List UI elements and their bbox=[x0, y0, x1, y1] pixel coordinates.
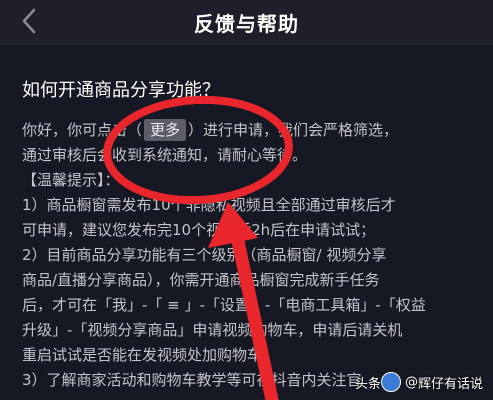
tip-line: 可申请，建议您发布完10个视频后2h后在申请试试； bbox=[22, 221, 376, 239]
help-article: 如何开通商品分享功能？ 你好，你可点击（ 更多 ）进行申请，我们会严格筛选， 通过审… bbox=[22, 78, 484, 393]
watermark-prefix: @ bbox=[404, 374, 418, 390]
tip-line: 重启试试是否能在发视频处加购物车； bbox=[22, 346, 278, 364]
more-button[interactable]: 更多 bbox=[144, 119, 187, 141]
tips-title: 【温馨提示】： bbox=[22, 171, 120, 189]
tip-line: 后，才可在「我」-「 ≡ 」-「设置」-「电商工具箱」-「权益 bbox=[22, 296, 426, 314]
tip-line: 升级」-「视频分享商品」申请视频购物车，申请后请关机 bbox=[22, 321, 403, 339]
question-title: 如何开通商品分享功能？ bbox=[22, 80, 220, 101]
watermark-brand: 头条 bbox=[354, 376, 381, 392]
tip-line: 商品/直播分享商品），你需开通商品橱窗完成新手任务 bbox=[22, 271, 380, 289]
page-title: 反馈与帮助 bbox=[194, 12, 299, 36]
tip-line: 2）目前商品分享功能有三个级别（商品橱窗/ 视频分享 bbox=[22, 246, 387, 264]
answer-text: 你好，你可点击（ bbox=[22, 121, 143, 139]
nav-bar: 反馈与帮助 bbox=[0, 0, 493, 45]
tip-line: 1）商品橱窗需发布10个非隐私视频且全部通过审核后才 bbox=[22, 196, 396, 214]
watermark: 头条 @ 辉仔有话说 bbox=[355, 372, 483, 392]
help-page: 反馈与帮助 如何开通商品分享功能？ 你好，你可点击（ 更多 ）进行申请，我们会严格筛… bbox=[0, 0, 493, 400]
answer-line-2: 通过审核后会收到系统通知，请耐心等待。 bbox=[22, 146, 308, 164]
answer-line-1: 你好，你可点击（ 更多 ）进行申请，我们会严格筛选， bbox=[22, 118, 484, 143]
avatar bbox=[380, 372, 401, 392]
answer-text: ）进行申请，我们会严格筛选， bbox=[188, 121, 399, 139]
watermark-author: 辉仔有话说 bbox=[417, 376, 483, 392]
